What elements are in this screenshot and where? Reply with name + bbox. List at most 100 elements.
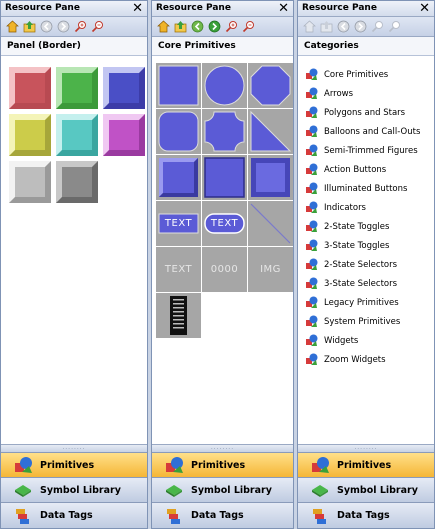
nav-symbol-library-button[interactable]: Symbol Library: [298, 477, 434, 502]
pane-title: Resource Pane: [5, 3, 80, 13]
resource-pane-2: Resource Pane ✕ Core Primitives TEXT TEX…: [151, 0, 294, 529]
close-button[interactable]: ✕: [419, 1, 430, 16]
primitives-icon: [306, 315, 318, 327]
category-item[interactable]: Widgets: [305, 331, 358, 350]
pane-title-bar: Resource Pane ✕: [152, 1, 293, 17]
nav-symbol-library-button[interactable]: Symbol Library: [1, 477, 147, 502]
category-item[interactable]: 3-State Toggles: [305, 236, 389, 255]
close-button[interactable]: ✕: [132, 1, 143, 16]
nav-symbol-library-button[interactable]: Symbol Library: [152, 477, 293, 502]
nav-data-tags-button[interactable]: Data Tags: [298, 502, 434, 528]
zoom-out-icon: [242, 21, 254, 33]
category-item[interactable]: Action Buttons: [305, 160, 386, 179]
splitter-grip[interactable]: ........: [152, 444, 293, 452]
primitives-icon: [306, 296, 318, 308]
nav-primitives-button[interactable]: Primitives: [152, 452, 293, 477]
category-label: 2-State Selectors: [324, 259, 398, 270]
category-label: Balloons and Call-Outs: [324, 126, 421, 137]
tags-icon: [310, 507, 330, 525]
primitive-text[interactable]: TEXT: [156, 247, 201, 292]
primitive-triangle[interactable]: [248, 109, 293, 154]
up-level-button[interactable]: [173, 19, 188, 34]
panel-border-yellow[interactable]: [9, 114, 51, 156]
panel-border-light-gray[interactable]: [9, 161, 51, 203]
folder-up-icon: [23, 21, 36, 33]
primitive-numeric-label: 0000: [210, 264, 239, 275]
zoom-in-button[interactable]: [73, 19, 88, 34]
primitive-rectangle[interactable]: [156, 63, 201, 108]
up-level-button[interactable]: [22, 19, 37, 34]
up-level-button[interactable]: [319, 19, 334, 34]
home-button[interactable]: [5, 19, 20, 34]
forward-button[interactable]: [56, 19, 71, 34]
forward-button[interactable]: [353, 19, 368, 34]
primitive-ellipse[interactable]: [202, 63, 247, 108]
panel-border-red[interactable]: [9, 67, 51, 109]
nav-label: Primitives: [191, 459, 246, 471]
category-item[interactable]: Zoom Widgets: [305, 350, 386, 369]
splitter-grip[interactable]: ........: [298, 444, 434, 452]
zoom-out-button[interactable]: [387, 19, 402, 34]
category-item[interactable]: System Primitives: [305, 312, 400, 331]
forward-button[interactable]: [207, 19, 222, 34]
nav-primitives-button[interactable]: Primitives: [298, 452, 434, 477]
category-item[interactable]: Illuminated Buttons: [305, 179, 407, 198]
splitter-grip[interactable]: ........: [1, 444, 147, 452]
panel-border-magenta[interactable]: [103, 114, 145, 156]
nav-primitives-button[interactable]: Primitives: [1, 452, 147, 477]
panel-border-cyan[interactable]: [56, 114, 98, 156]
primitives-icon: [306, 201, 318, 213]
category-label: 3-State Selectors: [324, 278, 398, 289]
back-button[interactable]: [39, 19, 54, 34]
back-arrow-icon: [40, 20, 53, 33]
category-item[interactable]: Arrows: [305, 84, 353, 103]
category-label: System Primitives: [324, 316, 401, 327]
home-icon: [157, 20, 170, 33]
panel-border-blue[interactable]: [103, 67, 145, 109]
primitive-list-box[interactable]: [156, 293, 201, 338]
nav-data-tags-button[interactable]: Data Tags: [152, 502, 293, 528]
back-button[interactable]: [336, 19, 351, 34]
primitive-text-label: TEXT: [164, 218, 193, 229]
folder-up-icon: [174, 21, 187, 33]
primitives-icon: [306, 87, 318, 99]
zoom-out-button[interactable]: [90, 19, 105, 34]
category-item[interactable]: Legacy Primitives: [305, 293, 399, 312]
zoom-in-button[interactable]: [370, 19, 385, 34]
primitive-text-box[interactable]: TEXT: [156, 201, 201, 246]
primitive-image[interactable]: IMG: [248, 247, 293, 292]
category-item[interactable]: Balloons and Call-Outs: [305, 122, 420, 141]
tags-icon: [164, 507, 184, 525]
pane-title-bar: Resource Pane ✕: [1, 1, 147, 17]
primitives-icon: [13, 456, 33, 474]
category-item[interactable]: 3-State Selectors: [305, 274, 397, 293]
primitive-numeric[interactable]: 0000: [202, 247, 247, 292]
zoom-in-icon: [225, 21, 237, 33]
primitive-framed-rectangle[interactable]: [248, 155, 293, 200]
primitive-raised-rectangle[interactable]: [156, 155, 201, 200]
primitive-rounded-rectangle[interactable]: [156, 109, 201, 154]
primitive-sunken-rectangle[interactable]: [202, 155, 247, 200]
nav-data-tags-button[interactable]: Data Tags: [1, 502, 147, 528]
home-icon: [303, 20, 316, 33]
primitive-octagon[interactable]: [248, 63, 293, 108]
primitives-icon: [306, 68, 318, 80]
category-item[interactable]: 2-State Selectors: [305, 255, 397, 274]
panel-border-dark-gray[interactable]: [56, 161, 98, 203]
zoom-out-button[interactable]: [241, 19, 256, 34]
category-item[interactable]: Semi-Trimmed Figures: [305, 141, 418, 160]
primitive-line[interactable]: [248, 201, 293, 246]
home-button[interactable]: [156, 19, 171, 34]
zoom-in-button[interactable]: [224, 19, 239, 34]
primitive-rounded-text-box[interactable]: TEXT: [202, 201, 247, 246]
category-item[interactable]: Polygons and Stars: [305, 103, 405, 122]
category-label: Action Buttons: [324, 164, 387, 175]
category-item[interactable]: Indicators: [305, 198, 366, 217]
category-item[interactable]: 2-State Toggles: [305, 217, 389, 236]
close-button[interactable]: ✕: [278, 1, 289, 16]
back-button[interactable]: [190, 19, 205, 34]
panel-border-green[interactable]: [56, 67, 98, 109]
category-item[interactable]: Core Primitives: [305, 65, 388, 84]
primitive-plaque[interactable]: [202, 109, 247, 154]
home-button[interactable]: [302, 19, 317, 34]
